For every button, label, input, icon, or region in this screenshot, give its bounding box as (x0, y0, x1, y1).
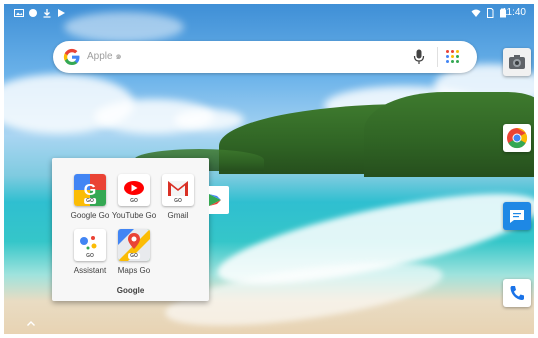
search-placeholder[interactable]: Apple ๑ (87, 50, 122, 64)
go-badge: GO (172, 198, 184, 204)
assistant-icon: GO (74, 229, 106, 261)
play-store-app[interactable] (209, 186, 229, 214)
apps-grid-icon[interactable] (446, 50, 460, 64)
google-go-icon: G GO (74, 174, 106, 206)
app-drawer-up-arrow-icon[interactable] (26, 319, 36, 329)
folder-title[interactable]: Google (52, 286, 209, 296)
go-badge: GO (84, 253, 96, 259)
wallpaper-cloud (174, 109, 244, 131)
phone-app[interactable] (503, 279, 531, 307)
play-store-icon (209, 194, 221, 206)
download-icon (43, 9, 51, 18)
youtube-go-icon: GO (118, 174, 150, 206)
circle-icon (29, 9, 37, 17)
phone-icon (510, 286, 524, 300)
mic-icon[interactable] (413, 49, 425, 65)
app-maps-go[interactable]: GO Maps Go (104, 229, 164, 287)
google-folder-popup: G GO Google Go GO YouTube Go GO Gmail GO… (52, 158, 209, 301)
chrome-icon (507, 127, 528, 149)
status-bar: 11:40 (4, 4, 534, 22)
messages-app[interactable] (503, 202, 531, 230)
google-search-bar[interactable]: Apple ๑ (53, 41, 477, 73)
clock: 11:40 (501, 7, 526, 18)
image-icon (14, 9, 24, 17)
app-label: Gmail (167, 211, 189, 220)
maps-go-icon: GO (118, 229, 150, 261)
messages-icon (510, 210, 524, 223)
camera-app[interactable] (503, 48, 531, 76)
sim-icon (487, 8, 494, 18)
svg-text:G: G (84, 182, 96, 199)
home-screen: 11:40 Apple ๑ G GO Google Go GO YouTube … (4, 4, 534, 334)
go-badge: GO (84, 198, 96, 204)
camera-icon (509, 55, 525, 69)
navigation-bar (4, 316, 534, 334)
wifi-icon (471, 9, 481, 17)
google-g-icon (63, 48, 80, 66)
app-gmail[interactable]: GO Gmail (148, 174, 208, 232)
app-label: Maps Go (117, 266, 151, 275)
chrome-app[interactable] (503, 124, 531, 152)
search-divider (437, 47, 438, 67)
play-store-notification-icon (58, 9, 65, 17)
go-badge: GO (128, 253, 140, 259)
gmail-icon: GO (162, 174, 194, 206)
go-badge: GO (128, 198, 140, 204)
